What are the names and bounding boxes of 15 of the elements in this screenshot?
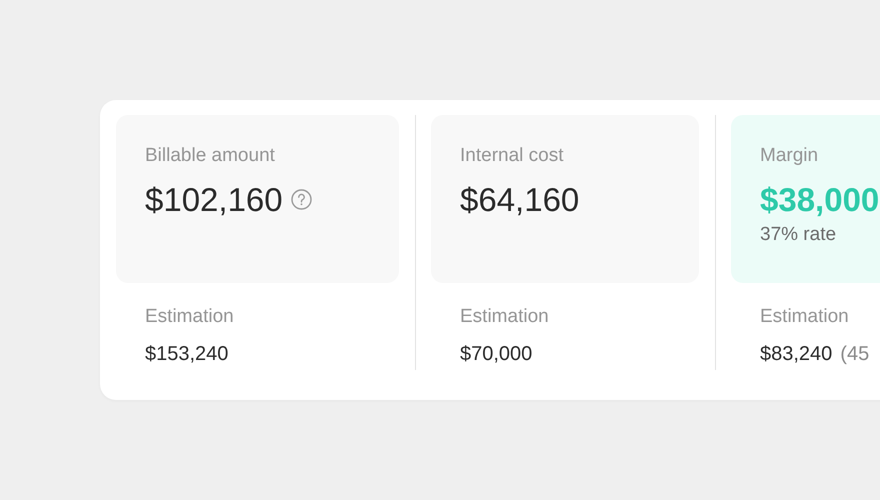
rate-text: 37% rate bbox=[760, 223, 838, 248]
estimation-value: $70,000 bbox=[460, 342, 532, 366]
estimation-label: Estimation bbox=[145, 306, 235, 329]
metric-label: Internal cost bbox=[460, 145, 564, 168]
help-icon[interactable] bbox=[290, 189, 312, 210]
estimation-value: $153,240 bbox=[145, 342, 228, 366]
metric-value: $64,160 bbox=[460, 180, 580, 220]
metric-value: $38,000 bbox=[760, 180, 880, 220]
estimation-label: Estimation bbox=[460, 306, 550, 329]
metric-value: $102,160 bbox=[145, 180, 283, 220]
metric-label: Margin bbox=[760, 145, 820, 168]
estimation-percent: (45 bbox=[840, 342, 870, 366]
estimation-label: Estimation bbox=[760, 306, 850, 329]
metric-label: Billable amount bbox=[145, 145, 276, 168]
estimation-value: $83,240 bbox=[760, 342, 832, 366]
